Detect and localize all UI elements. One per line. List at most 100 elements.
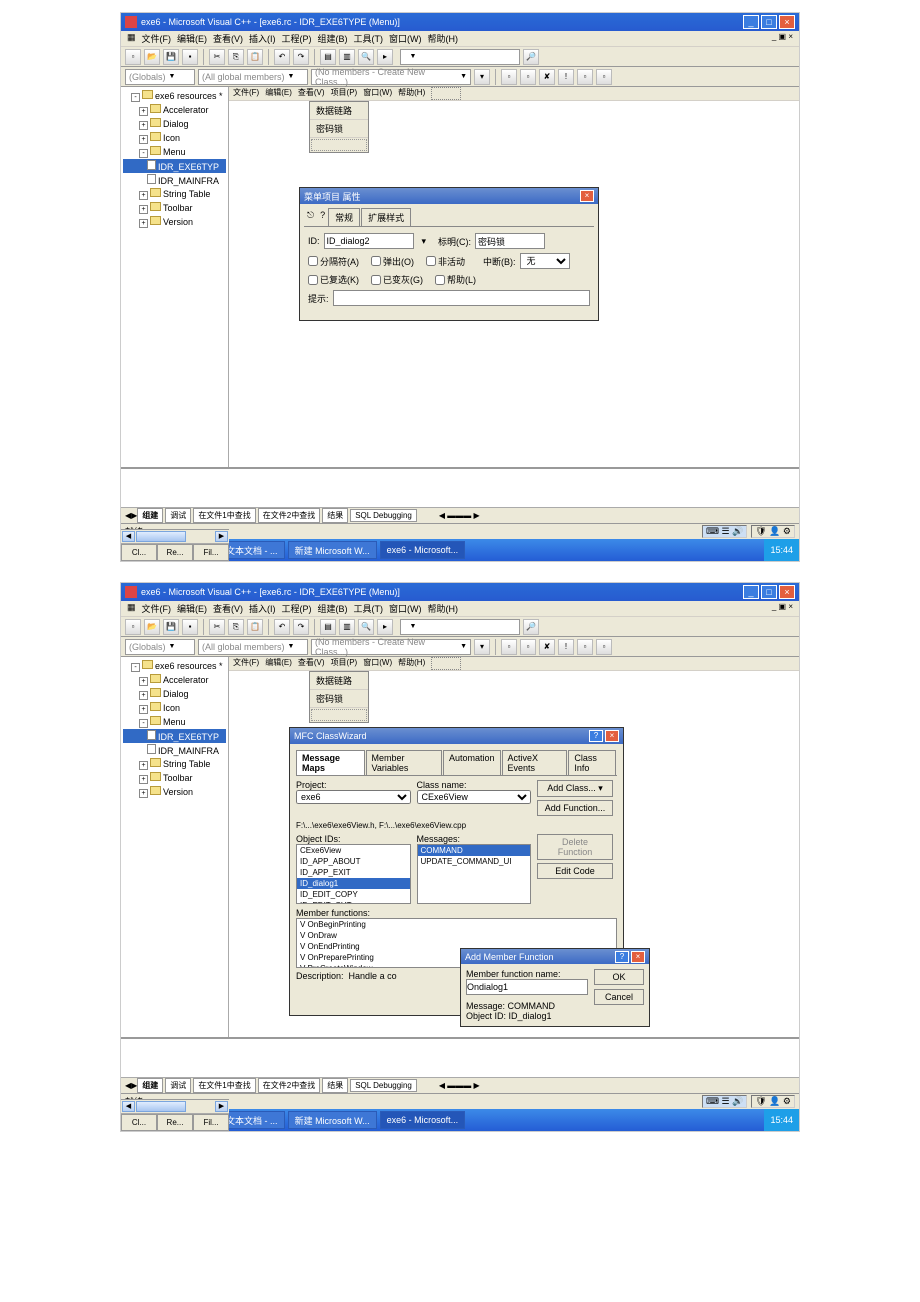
close-button[interactable]: × bbox=[779, 585, 795, 599]
task-3[interactable]: 新建 Microsoft W... bbox=[288, 541, 377, 559]
object-ids-list[interactable]: CExe6ViewID_APP_ABOUT ID_APP_EXITID_dial… bbox=[296, 844, 411, 904]
menu-help[interactable]: 帮助(H) bbox=[428, 32, 459, 45]
output-tab-find2[interactable]: 在文件2中查找 bbox=[258, 508, 320, 523]
grayed-checkbox[interactable] bbox=[371, 275, 381, 285]
close-button[interactable]: × bbox=[779, 15, 795, 29]
cw-tab-classinfo[interactable]: Class Info bbox=[568, 750, 616, 775]
amf-close-icon[interactable]: × bbox=[631, 951, 645, 963]
maximize-button[interactable]: □ bbox=[761, 585, 777, 599]
ime-icon[interactable]: ⌨ ☰ 🔊 bbox=[702, 525, 747, 538]
tb-c[interactable]: 🔍 bbox=[358, 49, 374, 65]
maximize-button[interactable]: □ bbox=[761, 15, 777, 29]
output-tab-find1[interactable]: 在文件1中查找 bbox=[193, 508, 255, 523]
find-icon[interactable]: 🔎 bbox=[523, 49, 539, 65]
new-icon[interactable]: ▫ bbox=[125, 49, 141, 65]
cw-project-select[interactable]: exe6 bbox=[296, 790, 411, 804]
tree-idr-mainframe[interactable]: IDR_MAINFRA bbox=[123, 173, 226, 187]
caption-input[interactable] bbox=[475, 233, 545, 249]
separator-checkbox[interactable] bbox=[308, 256, 318, 266]
amf-cancel-button[interactable]: Cancel bbox=[594, 989, 644, 1005]
tool-5[interactable]: ▫ bbox=[577, 69, 593, 85]
combo-scope[interactable]: (Globals) bbox=[125, 69, 195, 85]
save-icon[interactable]: 💾 bbox=[163, 49, 179, 65]
cw-help-icon[interactable]: ? bbox=[589, 730, 603, 742]
wizardbar-toolbar[interactable]: (Globals) (All global members) (No membe… bbox=[121, 67, 799, 87]
member-function-name-input[interactable] bbox=[466, 979, 588, 995]
find-combo[interactable] bbox=[400, 49, 520, 65]
wiz-icon[interactable]: ▾ bbox=[474, 69, 490, 85]
break-select[interactable]: 无 bbox=[520, 253, 570, 269]
menu-window[interactable]: 窗口(W) bbox=[389, 32, 422, 45]
menu-tools[interactable]: 工具(T) bbox=[354, 32, 384, 45]
tab-general[interactable]: 常规 bbox=[328, 208, 360, 226]
id-input[interactable] bbox=[324, 233, 414, 249]
tool-4[interactable]: ! bbox=[558, 69, 574, 85]
help-icon[interactable]: ? bbox=[317, 208, 328, 226]
menu-project[interactable]: 工程(P) bbox=[282, 32, 312, 45]
screenshot-1: exe6 - Microsoft Visual C++ - [exe6.rc -… bbox=[120, 12, 800, 562]
cw-tab-membervars[interactable]: Member Variables bbox=[366, 750, 442, 775]
menu-edit[interactable]: 编辑(E) bbox=[177, 32, 207, 45]
cw-class-select[interactable]: CExe6View bbox=[417, 790, 532, 804]
menu-dropdown[interactable]: 数据链路 密码锁 bbox=[309, 101, 369, 153]
add-class-button[interactable]: Add Class... ▾ bbox=[537, 780, 613, 797]
menu-insert[interactable]: 插入(I) bbox=[249, 32, 276, 45]
menu-item-lock[interactable]: 密码锁 bbox=[310, 120, 368, 138]
popup-checkbox[interactable] bbox=[371, 256, 381, 266]
tool-6[interactable]: ▫ bbox=[596, 69, 612, 85]
add-function-button[interactable]: Add Function... bbox=[537, 800, 613, 816]
menu-view[interactable]: 查看(V) bbox=[213, 32, 243, 45]
tree-idr-exe6type[interactable]: IDR_EXE6TYP bbox=[123, 159, 226, 173]
tool-1[interactable]: ▫ bbox=[501, 69, 517, 85]
menu-editor[interactable]: 文件(F)编辑(E)查看(V) 项目(P)窗口(W)帮助(H) 数据链路 密码锁… bbox=[229, 657, 799, 1037]
tool-3[interactable]: ✘ bbox=[539, 69, 555, 85]
standard-toolbar[interactable]: ▫ 📂 💾 ▪ ✂ ⎘ 📋 ↶ ↷ ▤ ▥ 🔍 ▸ 🔎 bbox=[121, 47, 799, 67]
saveall-icon[interactable]: ▪ bbox=[182, 49, 198, 65]
checked-checkbox[interactable] bbox=[308, 275, 318, 285]
tool-2[interactable]: ▫ bbox=[520, 69, 536, 85]
workspace-tree[interactable]: -exe6 resources * +Accelerator +Dialog +… bbox=[121, 657, 229, 1037]
minimize-button[interactable]: _ bbox=[743, 585, 759, 599]
tb-a[interactable]: ▤ bbox=[320, 49, 336, 65]
menu-item-datalink[interactable]: 数据链路 bbox=[310, 102, 368, 120]
output-tab-debug[interactable]: 调试 bbox=[165, 508, 191, 523]
task-4[interactable]: exe6 - Microsoft... bbox=[380, 541, 466, 559]
help-checkbox[interactable] bbox=[435, 275, 445, 285]
workspace-tree[interactable]: -exe6 resources * +Accelerator +Dialog +… bbox=[121, 87, 229, 467]
edit-code-button[interactable]: Edit Code bbox=[537, 863, 613, 879]
output-tab-build[interactable]: 组建 bbox=[137, 508, 163, 523]
menu-file[interactable]: 文件(F) bbox=[142, 32, 172, 45]
open-icon[interactable]: 📂 bbox=[144, 49, 160, 65]
undo-icon[interactable]: ↶ bbox=[274, 49, 290, 65]
amf-help-icon[interactable]: ? bbox=[615, 951, 629, 963]
cw-tab-messagemaps[interactable]: Message Maps bbox=[296, 750, 365, 775]
paste-icon[interactable]: 📋 bbox=[247, 49, 263, 65]
menu-build[interactable]: 组建(B) bbox=[318, 32, 348, 45]
tab-extended[interactable]: 扩展样式 bbox=[361, 208, 411, 226]
redo-icon[interactable]: ↷ bbox=[293, 49, 309, 65]
main-menubar[interactable]: ▦ 文件(F) 编辑(E) 查看(V) 插入(I) 工程(P) 组建(B) 工具… bbox=[121, 31, 799, 47]
pin-icon[interactable]: ⎋ bbox=[304, 208, 317, 226]
tb-d[interactable]: ▸ bbox=[377, 49, 393, 65]
cw-close-icon[interactable]: × bbox=[605, 730, 619, 742]
copy-icon[interactable]: ⎘ bbox=[228, 49, 244, 65]
cut-icon[interactable]: ✂ bbox=[209, 49, 225, 65]
menu-editor[interactable]: 文件(F)编辑(E)查看(V) 项目(P)窗口(W)帮助(H) 数据链路 密码锁… bbox=[229, 87, 799, 467]
combo-members[interactable]: (All global members) bbox=[198, 69, 308, 85]
combo-funcs[interactable]: (No members - Create New Class...) bbox=[311, 69, 471, 85]
prompt-input[interactable] bbox=[333, 290, 590, 306]
tree-idr-exe6type[interactable]: IDR_EXE6TYP bbox=[123, 729, 226, 743]
amf-ok-button[interactable]: OK bbox=[594, 969, 644, 985]
delete-function-button[interactable]: Delete Function bbox=[537, 834, 613, 860]
minimize-button[interactable]: _ bbox=[743, 15, 759, 29]
tb-b[interactable]: ▥ bbox=[339, 49, 355, 65]
prop-close-icon[interactable]: × bbox=[580, 190, 594, 202]
output-tab-sql[interactable]: SQL Debugging bbox=[350, 509, 417, 522]
tray-icons[interactable]: 🛡 👤 ⚙ bbox=[751, 525, 795, 538]
messages-list[interactable]: COMMAND UPDATE_COMMAND_UI bbox=[417, 844, 532, 904]
menu-dropdown[interactable]: 数据链路 密码锁 bbox=[309, 671, 369, 723]
output-tab-results[interactable]: 结果 bbox=[322, 508, 348, 523]
inactive-checkbox[interactable] bbox=[426, 256, 436, 266]
cw-tab-activex[interactable]: ActiveX Events bbox=[502, 750, 568, 775]
cw-tab-automation[interactable]: Automation bbox=[443, 750, 501, 775]
